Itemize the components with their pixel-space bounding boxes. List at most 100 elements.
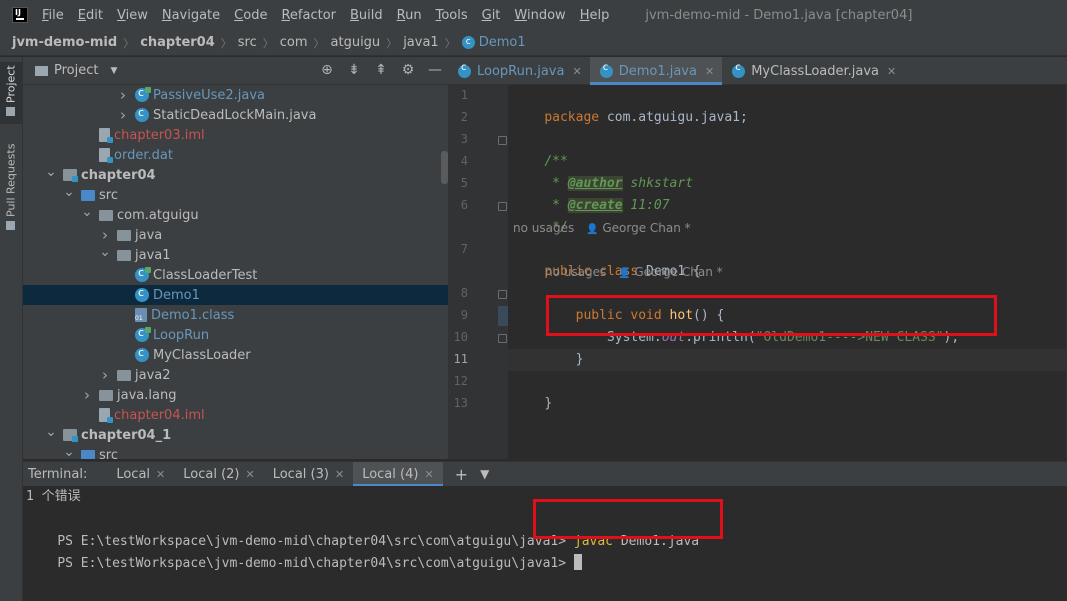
chevron-right-icon[interactable]: › xyxy=(117,106,129,124)
tree-scrollbar[interactable] xyxy=(441,151,448,184)
hide-panel-icon[interactable]: — xyxy=(428,63,442,77)
menu-refactor[interactable]: Refactor xyxy=(281,8,342,23)
fold-marker-icon[interactable] xyxy=(498,136,507,145)
tree-item[interactable]: ⌄ com.atguigu xyxy=(23,204,448,225)
tree-item[interactable]: › StaticDeadLockMain.java xyxy=(23,105,448,125)
code-line-9: System.out.println("OldDemo1---->NEW CLA… xyxy=(544,330,960,345)
editor-gutter[interactable]: 1 2 3 4 5 6 7 8 9 10 11 12 13 xyxy=(448,85,508,459)
tree-item[interactable]: › java2 xyxy=(23,365,448,385)
breadcrumb-src[interactable]: src xyxy=(238,35,257,50)
fold-marker-icon[interactable] xyxy=(498,290,507,299)
tree-item[interactable]: ›order.dat xyxy=(23,145,448,165)
close-icon[interactable]: ✕ xyxy=(246,468,255,481)
expand-all-icon[interactable]: ⇟ xyxy=(347,63,361,77)
tree-item[interactable]: ⌄ src xyxy=(23,444,448,459)
tree-item[interactable]: › java xyxy=(23,225,448,245)
chevron-right-icon[interactable]: › xyxy=(99,226,111,244)
tree-item[interactable]: ⌄ java1 xyxy=(23,244,448,265)
breadcrumb-com[interactable]: com xyxy=(280,35,308,50)
new-terminal-plus-icon[interactable]: + xyxy=(455,465,468,484)
chevron-right-icon[interactable]: › xyxy=(99,366,111,384)
editor-tab-looprun[interactable]: LoopRun.java ✕ xyxy=(448,57,590,85)
terminal-output[interactable]: 1 个错误 PS E:\testWorkspace\jvm-demo-mid\c… xyxy=(23,486,1067,601)
tree-item-label: Demo1 xyxy=(153,287,200,303)
line-number: 10 xyxy=(453,330,468,344)
menu-code[interactable]: Code xyxy=(234,8,273,23)
chevron-down-icon[interactable]: ⌄ xyxy=(81,204,93,220)
close-icon[interactable]: ✕ xyxy=(335,468,344,481)
project-tree: › PassiveUse2.java › StaticDeadLockMain.jav… xyxy=(23,85,448,459)
chevron-down-icon[interactable]: ⌄ xyxy=(63,444,75,459)
menu-navigate[interactable]: Navigate xyxy=(162,8,226,23)
menu-file[interactable]: File xyxy=(42,8,70,23)
collapse-all-icon[interactable]: ⇞ xyxy=(374,63,388,77)
code-vision-hint[interactable]: no usages 👤 George Chan * xyxy=(545,261,723,283)
tree-item[interactable]: › java.lang xyxy=(23,385,448,405)
breadcrumb-separator: 〉 xyxy=(123,36,135,50)
close-icon[interactable]: ✕ xyxy=(156,468,165,481)
menu-view[interactable]: View xyxy=(117,8,154,23)
fold-marker-icon[interactable] xyxy=(498,334,507,343)
terminal-tab-local-4[interactable]: Local (4) ✕ xyxy=(353,461,444,487)
tree-item[interactable]: ›chapter03.iml xyxy=(23,125,448,145)
terminal-line-prompt: PS E:\testWorkspace\jvm-demo-mid\chapter… xyxy=(26,531,582,571)
intellij-logo-icon xyxy=(12,7,28,23)
locate-target-icon[interactable]: ⊕ xyxy=(320,63,334,77)
chevron-down-icon[interactable]: ⌄ xyxy=(45,424,57,440)
tree-item[interactable]: ⌄ src xyxy=(23,184,448,205)
chevron-right-icon[interactable]: › xyxy=(117,86,129,104)
close-icon[interactable]: ✕ xyxy=(424,468,433,481)
editor-tab-myclassloader[interactable]: MyClassLoader.java ✕ xyxy=(722,57,904,85)
menu-run[interactable]: Run xyxy=(397,8,428,23)
chevron-down-icon[interactable]: ▼ xyxy=(480,467,489,481)
chevron-down-icon[interactable]: ⌄ xyxy=(63,184,75,200)
menu-git[interactable]: Git xyxy=(482,8,507,23)
menu-window[interactable]: Window xyxy=(514,8,571,23)
tree-item-label: Demo1.class xyxy=(151,307,235,323)
fold-marker-icon[interactable] xyxy=(498,202,507,211)
tree-item[interactable]: › PassiveUse2.java xyxy=(23,85,448,105)
chevron-down-icon[interactable]: ⌄ xyxy=(99,244,111,260)
line-number: 11 xyxy=(453,352,468,366)
breadcrumb-separator: 〉 xyxy=(220,36,232,50)
class-icon: c xyxy=(461,36,475,49)
tree-item[interactable]: ⌄ chapter04_1 xyxy=(23,424,448,445)
tree-item[interactable]: ›MyClassLoader xyxy=(23,345,448,365)
window-title: jvm-demo-mid - Demo1.java [chapter04] xyxy=(645,7,913,23)
breadcrumb-module[interactable]: chapter04 xyxy=(140,35,215,50)
close-icon[interactable]: ✕ xyxy=(705,65,714,78)
code-vision-hint[interactable]: no usages 👤 George Chan * xyxy=(513,217,691,239)
tree-item[interactable]: ›ClassLoaderTest xyxy=(23,265,448,285)
editor-tab-demo1[interactable]: Demo1.java ✕ xyxy=(589,57,723,85)
tree-item[interactable]: ⌄ chapter04 xyxy=(23,164,448,185)
code-editor[interactable]: package com.atguigu.java1; /** * @author… xyxy=(508,85,1067,459)
tree-item[interactable]: ›Demo1.class xyxy=(23,305,448,325)
breadcrumb-project[interactable]: jvm-demo-mid xyxy=(12,35,117,50)
tree-item[interactable]: ›chapter04.iml xyxy=(23,405,448,425)
breadcrumb-atguigu[interactable]: atguigu xyxy=(331,35,381,50)
terminal-tab-local[interactable]: Local ✕ xyxy=(107,462,174,487)
chevron-right-icon[interactable]: › xyxy=(81,386,93,404)
tree-item[interactable]: ›Demo1 xyxy=(23,285,448,305)
chevron-down-icon[interactable]: ▼ xyxy=(110,66,117,76)
gear-icon[interactable]: ⚙ xyxy=(401,63,415,77)
tool-window-project-tab[interactable]: Project xyxy=(0,62,22,124)
menu-help[interactable]: Help xyxy=(580,8,616,23)
project-panel-header: Project ▼ ⊕ ⇟ ⇞ ⚙ — xyxy=(23,57,448,85)
code-line-8: public void hot() { xyxy=(544,308,725,323)
terminal-tab-local-3[interactable]: Local (3) ✕ xyxy=(264,462,353,487)
line-number: 3 xyxy=(460,132,468,146)
project-view-selector[interactable]: Project xyxy=(54,63,98,78)
menu-build[interactable]: Build xyxy=(350,8,389,23)
menu-tools[interactable]: Tools xyxy=(436,8,474,23)
tool-window-pull-requests-tab[interactable]: Pull Requests xyxy=(0,139,22,239)
close-icon[interactable]: ✕ xyxy=(572,65,581,78)
breadcrumb-class[interactable]: Demo1 xyxy=(479,35,526,50)
tree-item[interactable]: ›LoopRun xyxy=(23,325,448,345)
line-number: 1 xyxy=(460,88,468,102)
close-icon[interactable]: ✕ xyxy=(887,65,896,78)
chevron-down-icon[interactable]: ⌄ xyxy=(45,164,57,180)
breadcrumb-java1[interactable]: java1 xyxy=(403,35,439,50)
terminal-tab-local-2[interactable]: Local (2) ✕ xyxy=(174,462,263,487)
menu-edit[interactable]: Edit xyxy=(78,8,109,23)
